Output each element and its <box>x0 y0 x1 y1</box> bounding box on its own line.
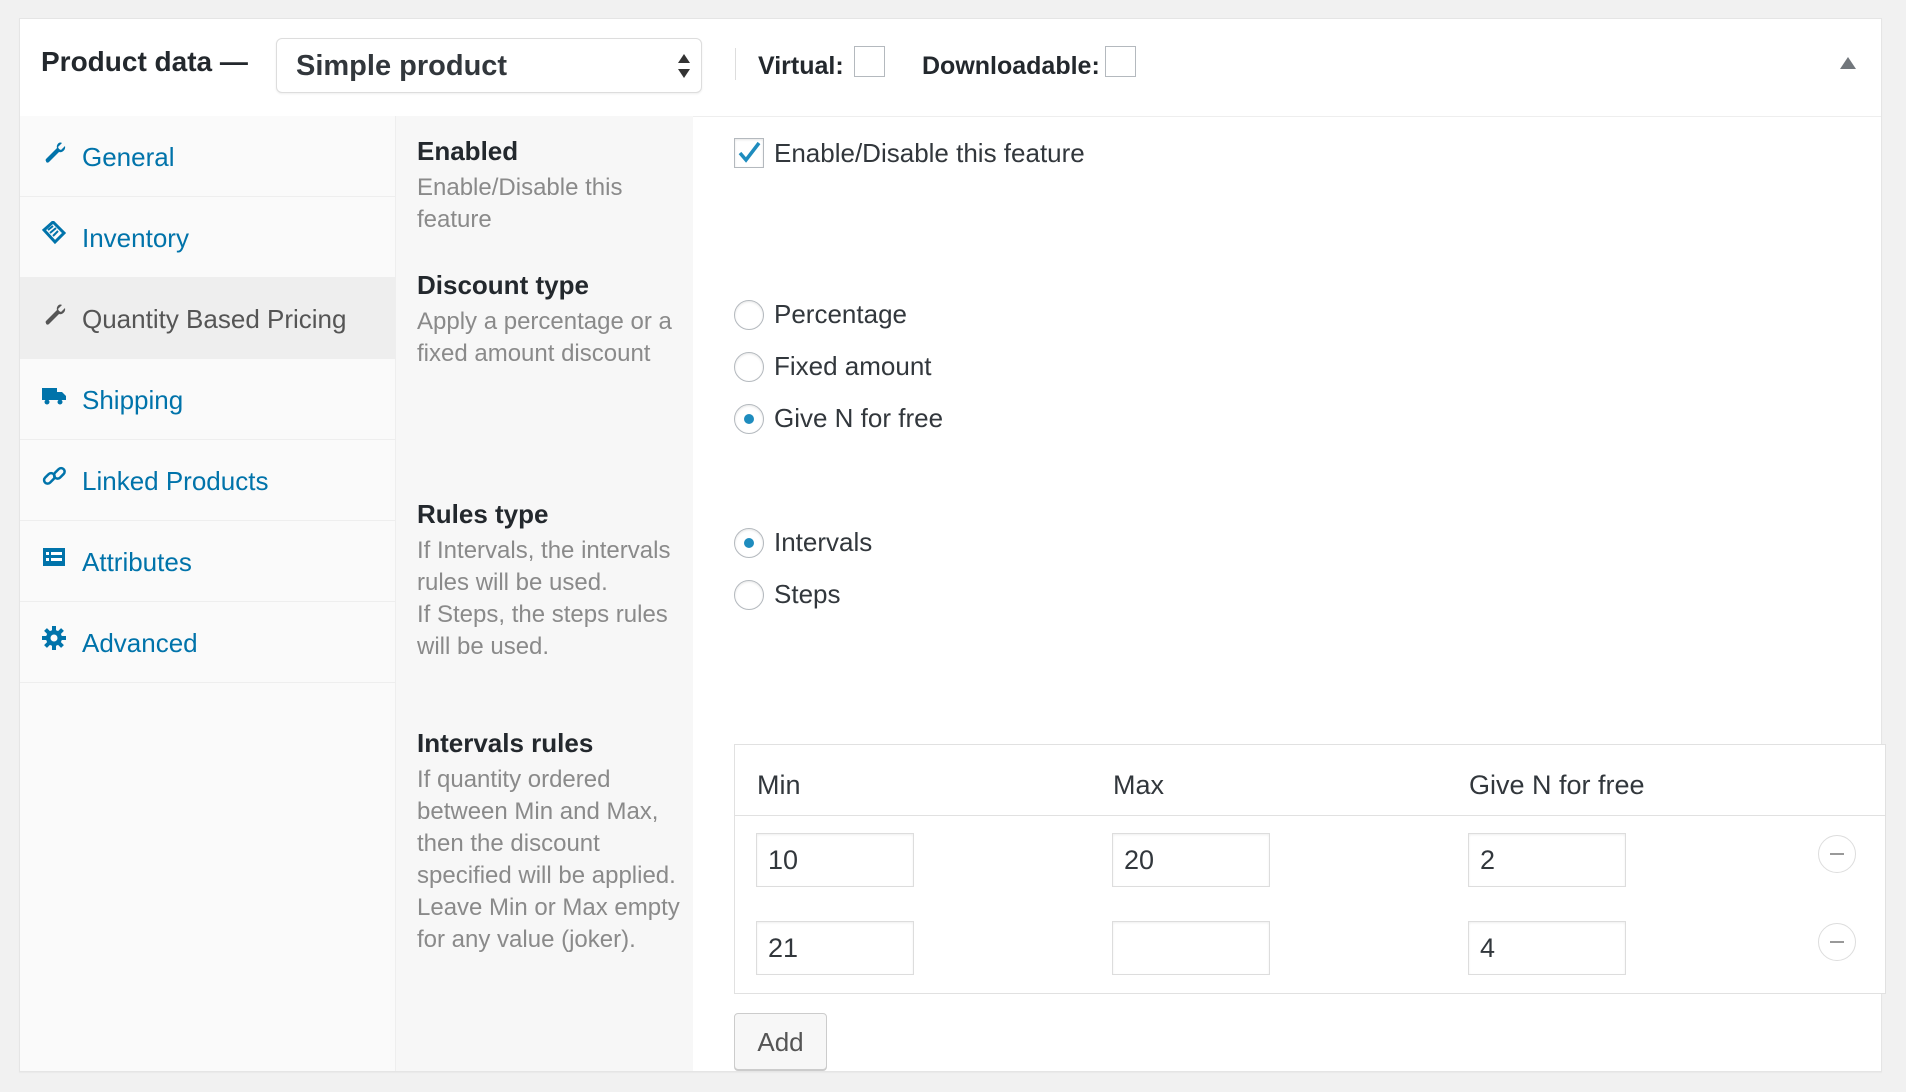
rules-type-description: If Intervals, the intervals rules will b… <box>417 537 671 660</box>
select-arrows-icon <box>678 54 690 78</box>
enabled-title: Enabled <box>417 136 519 166</box>
virtual-label: Virtual: <box>758 52 844 80</box>
radio-give-n-for-free[interactable] <box>734 404 764 434</box>
radio-percentage[interactable] <box>734 300 764 330</box>
tab-label: Linked Products <box>82 466 269 496</box>
field-labels-column: Enabled Enable/Disable this feature Disc… <box>396 116 693 1071</box>
rule-2-remove-button[interactable] <box>1818 923 1856 961</box>
enabled-description: Enable/Disable this feature <box>417 174 623 233</box>
discount-type-description: Apply a percentage or a fixed amount dis… <box>417 308 672 367</box>
tag-icon <box>42 221 66 245</box>
rule-1-free-input[interactable]: 2 <box>1468 833 1626 887</box>
rule-1-remove-button[interactable] <box>1818 835 1856 873</box>
radio-steps-label[interactable]: Steps <box>774 579 841 610</box>
tab-label: Inventory <box>82 223 189 253</box>
rules-type-title: Rules type <box>417 499 549 529</box>
enabled-checkbox-label[interactable]: Enable/Disable this feature <box>774 138 1085 169</box>
list-icon <box>43 548 65 566</box>
tab-label: Quantity Based Pricing <box>82 304 347 334</box>
radio-give-n-for-free-label[interactable]: Give N for free <box>774 403 943 434</box>
tab-inventory[interactable]: Inventory <box>20 197 395 278</box>
tab-label: Shipping <box>82 385 184 415</box>
product-data-tabs: General Inventory Quantity Based Pricing… <box>20 116 396 1071</box>
intervals-rules-title: Intervals rules <box>417 728 594 758</box>
tab-attributes[interactable]: Attributes <box>20 521 395 602</box>
rule-2-max-input[interactable] <box>1112 921 1270 975</box>
rule-2-min-input[interactable]: 21 <box>756 921 914 975</box>
rule-1-min-input[interactable]: 10 <box>756 833 914 887</box>
tab-advanced[interactable]: Advanced <box>20 602 395 683</box>
rule-2-free-input[interactable]: 4 <box>1468 921 1626 975</box>
gear-icon <box>42 626 66 650</box>
column-header-min: Min <box>757 770 801 800</box>
radio-intervals[interactable] <box>734 528 764 558</box>
tab-label: Attributes <box>82 547 192 577</box>
tab-general[interactable]: General <box>20 116 395 197</box>
tab-label: General <box>82 142 175 172</box>
discount-type-title: Discount type <box>417 270 589 300</box>
radio-steps[interactable] <box>734 580 764 610</box>
qbp-options-panel: Enabled Enable/Disable this feature Disc… <box>396 116 1886 1071</box>
link-icon <box>42 466 66 485</box>
downloadable-checkbox[interactable] <box>1105 46 1136 77</box>
intervals-rules-table: Min Max Give N for free 10 20 2 21 4 <box>734 744 1886 994</box>
radio-percentage-label[interactable]: Percentage <box>774 299 907 330</box>
truck-icon <box>42 388 66 405</box>
product-type-select[interactable]: Simple product <box>276 38 702 93</box>
panel-header: Product data — Simple product Virtual: D… <box>20 19 1881 117</box>
radio-fixed-amount[interactable] <box>734 352 764 382</box>
checkmark-icon <box>738 141 761 163</box>
product-type-value: Simple product <box>296 50 508 82</box>
tab-linked-products[interactable]: Linked Products <box>20 440 395 521</box>
tab-quantity-based-pricing[interactable]: Quantity Based Pricing <box>20 278 395 359</box>
intervals-rules-description: If quantity ordered between Min and Max,… <box>417 766 680 953</box>
tab-shipping[interactable]: Shipping <box>20 359 395 440</box>
collapse-arrow-icon[interactable] <box>1839 56 1857 70</box>
downloadable-label: Downloadable: <box>922 52 1100 80</box>
add-rule-button[interactable]: Add <box>734 1013 827 1070</box>
wrench-icon <box>45 142 66 163</box>
radio-fixed-amount-label[interactable]: Fixed amount <box>774 351 932 382</box>
wrench-icon <box>45 304 66 325</box>
header-divider <box>735 48 736 80</box>
virtual-checkbox[interactable] <box>854 46 885 77</box>
column-header-max: Max <box>1113 770 1165 800</box>
panel-title: Product data — <box>41 46 248 77</box>
product-data-panel: Product data — Simple product Virtual: D… <box>19 18 1886 1072</box>
table-header-divider <box>735 815 1885 816</box>
radio-intervals-label[interactable]: Intervals <box>774 527 872 558</box>
tab-label: Advanced <box>82 628 198 658</box>
enabled-checkbox[interactable] <box>734 138 764 168</box>
rule-1-max-input[interactable]: 20 <box>1112 833 1270 887</box>
column-header-give-n-for-free: Give N for free <box>1469 770 1645 800</box>
